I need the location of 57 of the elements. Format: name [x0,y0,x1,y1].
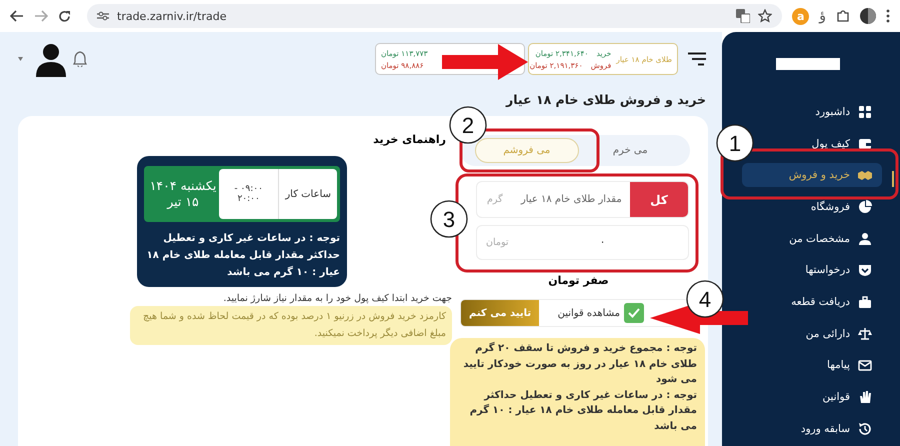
menu-item-icon [858,168,872,182]
more-icon[interactable] [886,9,890,23]
sidebar-item[interactable]: قوانین [822,385,872,410]
unit-label: تومان [485,236,510,250]
site-settings-icon[interactable] [97,11,109,21]
sidebar-item[interactable]: پیامها [827,353,872,378]
fee-note: کارمزد خرید فروش در زرنیو ۱ درصد بوده که در قیمت لحاظ شده و شما هیچ مبلغ اضافی دیگر پرداخت نمیکنید. [130,306,452,346]
step-marker: 1 [716,124,754,162]
guide-title: راهنمای خرید [372,133,447,146]
all-button[interactable]: کل [630,182,688,217]
trade-tab[interactable]: می خرم [578,138,682,163]
menu-item-icon [858,263,872,278]
note-text: توجه : در ساعات غیر کاری و تعطیل حداکثر مقدار قابل معامله طلای خام ۱۸ عیار : ۱۰ گرم می باشد [468,388,697,434]
step-marker: 3 [430,200,468,238]
menu-item-icon [858,136,872,151]
menu-item-icon [858,232,872,246]
menu-item-icon [858,326,872,341]
sidebar-item[interactable]: فروشگاه [810,194,872,219]
address-bar[interactable]: trade.zarniv.ir/trade [87,4,782,28]
caret-icon[interactable] [18,57,23,61]
sidebar-item[interactable]: داشبورد [815,100,872,124]
step-marker: 4 [686,280,724,318]
sidebar-item[interactable]: دارائی من [806,322,872,346]
step-marker: 2 [449,106,487,144]
sidebar-item[interactable]: سابقه ورود [800,416,872,441]
sidebar-item[interactable]: درخواستها [805,258,872,282]
menu-item-icon [858,104,872,119]
terms-link[interactable]: مشاهده قوانین [558,308,620,318]
menu-item-icon [858,390,872,404]
menu-icon[interactable] [688,52,706,66]
menu-item-icon [858,422,872,436]
reload-icon[interactable] [58,10,71,22]
note-text: توجه : مجموع خرید و فروش تا سقف ۲۰ گرم طلای خام ۱۸ عیار در روز به صورت خودکار تایید می شود [462,341,697,387]
profile-icon[interactable] [860,8,876,24]
menu-item-icon [858,200,872,214]
redaction-block [776,58,840,70]
menu-item-icon [858,294,872,309]
sidebar-item[interactable]: دریافت قطعه [791,290,872,314]
check-icon [628,308,640,318]
notice-text: توجه : در ساعات غیر کاری و تعطیل حداکثر مقدار قابل معامله طلای خام ۱۸ عیار : ۱۰ گرم می باشد [146,232,340,280]
total-text: صفر تومان [547,274,610,287]
amount-field[interactable]: کل مقدار طلای خام ۱۸ عیار گرم [476,181,689,218]
date-text: یکشنبه ۱۴۰۴ ۱۵ تیر [148,178,218,210]
wallet-hint: جهت خرید ابتدا کیف پول خود را به مقدار نیاز شارژ نمایید. [222,293,452,304]
menu-item-icon [858,358,872,372]
extension-icon[interactable]: ؤ [819,8,826,24]
bell-icon[interactable] [73,51,87,67]
hours-label: ساعات کار [278,169,337,219]
url-text: trade.zarniv.ir/trade [117,10,228,22]
terms-checkbox[interactable] [624,303,644,323]
page-title: خرید و فروش طلای خام ۱۸ عیار [504,91,707,109]
sidebar-item[interactable]: مشخصات من [789,226,872,251]
back-icon[interactable] [10,10,24,22]
unit-label: گرم [486,194,504,205]
hours-value: ۰۹:۰۰ - ۲۰:۰۰ [233,184,264,204]
star-icon[interactable] [758,9,772,23]
avatar-icon[interactable] [33,41,69,77]
